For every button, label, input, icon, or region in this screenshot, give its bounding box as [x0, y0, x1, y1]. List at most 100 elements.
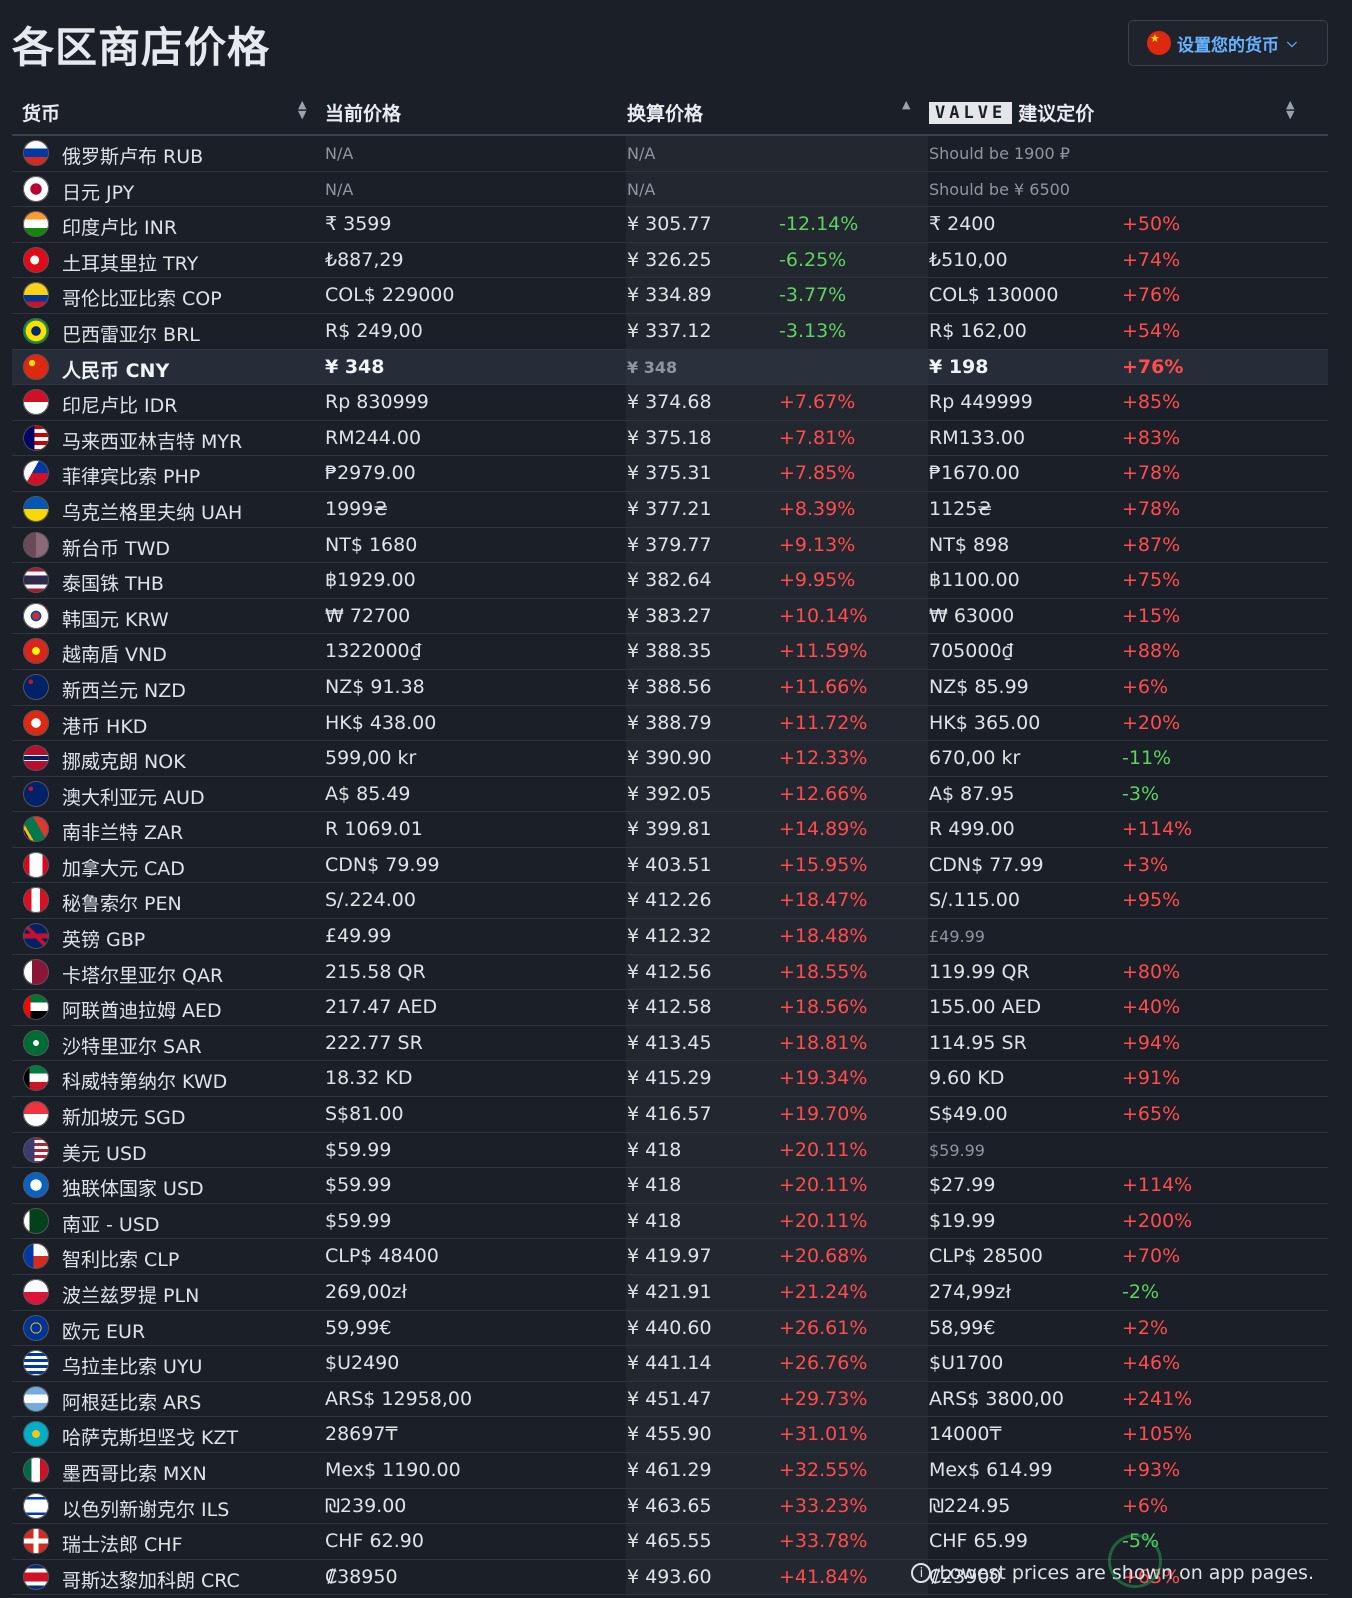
- currency-name: 阿根廷比索 ARS: [62, 1391, 202, 1414]
- currency-name: 以色列新谢克尔 ILS: [62, 1498, 230, 1521]
- watermark-circle-icon: [1108, 1534, 1162, 1588]
- flag-sg-icon: [23, 1101, 49, 1128]
- header-suggested-price-label: 建议定价: [1018, 103, 1095, 125]
- suggested-price: 670,00 kr: [929, 747, 1021, 770]
- currency-name: 印度卢比 INR: [62, 217, 178, 240]
- currency-name: 智利比索 CLP: [62, 1249, 180, 1272]
- converted-price: ¥ 390.90: [627, 747, 712, 770]
- current-price: A$ 85.49: [325, 782, 411, 805]
- suggested-diff: +114%: [1122, 818, 1193, 841]
- flag-za-icon: [23, 816, 49, 843]
- sort-both-icon[interactable]: ▲ ▼: [298, 99, 306, 120]
- table-row: 乌拉圭比索 UYU $U2490 ¥ 441.14 +26.76% $U1700 +46%: [12, 1346, 1328, 1382]
- current-price: 269,00zł: [325, 1281, 407, 1303]
- table-row: 南亚 - USD $59.99 ¥ 418 +20.11% $19.99 +200%: [12, 1203, 1328, 1240]
- current-price: 215.58 QR: [325, 960, 426, 983]
- flag-us-icon: [23, 1136, 49, 1163]
- converted-diff: +10.14%: [779, 604, 868, 627]
- flag-ua-icon: [23, 495, 49, 522]
- header-currency-label: 货币: [22, 103, 61, 125]
- suggested-diff: +88%: [1122, 640, 1181, 663]
- converted-diff: +12.33%: [779, 747, 868, 770]
- currency-name: 乌克兰格里夫纳 UAH: [62, 501, 243, 524]
- converted-diff: +11.66%: [779, 675, 868, 698]
- converted-diff: +18.56%: [779, 996, 868, 1019]
- currency-name: 巴西雷亚尔 BRL: [62, 323, 200, 346]
- converted-diff: +20.11%: [779, 1209, 868, 1232]
- table-row: 马来西亚林吉特 MYR RM244.00 ¥ 375.18 +7.81% RM133.0…: [12, 420, 1328, 457]
- flag-cl-icon: [23, 1243, 49, 1270]
- flag-vn-icon: [23, 638, 49, 665]
- suggested-price: ARS$ 3800,00: [929, 1387, 1064, 1410]
- suggested-diff: +78%: [1122, 497, 1181, 520]
- current-price: £49.99: [325, 925, 392, 948]
- table-row: 以色列新谢克尔 ILS ₪239.00 ¥ 463.65 +33.23% ₪224.95…: [12, 1488, 1328, 1525]
- set-currency-button[interactable]: 设置您的货币 ⌵: [1128, 20, 1328, 66]
- suggested-diff: +46%: [1122, 1352, 1181, 1375]
- converted-price: ¥ 326.25: [627, 248, 712, 271]
- header-current-price-label: 当前价格: [325, 103, 402, 125]
- converted-price: ¥ 348: [627, 357, 678, 377]
- flag-il-icon: [23, 1492, 49, 1519]
- sort-both-icon[interactable]: ▲ ▼: [1286, 99, 1294, 120]
- converted-diff: +41.84%: [779, 1565, 868, 1588]
- suggested-diff: +54%: [1122, 319, 1181, 342]
- converted-price: ¥ 388.56: [627, 675, 712, 698]
- currency-name: 哥斯达黎加科朗 CRC: [62, 1569, 240, 1592]
- currency-name: 秘鲁索尔 PEN: [62, 893, 182, 916]
- currency-name: 日元 JPY: [62, 181, 135, 204]
- suggested-diff: +78%: [1122, 462, 1181, 485]
- flag-in-icon: [23, 211, 49, 238]
- converted-diff: +19.70%: [779, 1103, 868, 1126]
- converted-diff: -3.77%: [779, 284, 847, 307]
- suggested-price: £49.99: [929, 927, 985, 947]
- flag-au-icon: [23, 780, 49, 807]
- current-price: S/.224.00: [325, 889, 416, 912]
- converted-price: ¥ 388.35: [627, 640, 712, 663]
- currency-name: 墨西哥比索 MXN: [62, 1462, 207, 1485]
- table-row: 哥伦比亚比索 COP COL$ 229000 ¥ 334.89 -3.77% COL$ …: [12, 278, 1328, 314]
- table-row: 人民币 CNY ¥ 348 ¥ 348 ¥ 198 +76%: [12, 349, 1328, 386]
- page-title: 各区商店价格: [12, 23, 271, 72]
- flag-ch-icon: [23, 1528, 49, 1555]
- table-row: 南非兰特 ZAR R 1069.01 ¥ 399.81 +14.89% R 499.00…: [12, 812, 1328, 848]
- converted-diff: -6.25%: [779, 248, 847, 271]
- header-currency[interactable]: 货币: [22, 99, 60, 126]
- header-converted-price[interactable]: 换算价格: [627, 99, 703, 126]
- header-suggested-price[interactable]: VALVE 建议定价: [929, 99, 1094, 126]
- converted-price: ¥ 421.91: [627, 1281, 712, 1303]
- sort-asc-icon[interactable]: ▲: [902, 99, 910, 110]
- currency-name: 韩国元 KRW: [62, 608, 169, 631]
- converted-price: ¥ 493.60: [627, 1565, 712, 1588]
- suggested-diff: +74%: [1122, 248, 1181, 271]
- converted-price: ¥ 463.65: [627, 1494, 712, 1517]
- flag-ae-icon: [23, 994, 49, 1021]
- suggested-price: ¥ 198: [929, 355, 989, 378]
- suggested-diff: +15%: [1122, 604, 1181, 627]
- converted-diff: +21.24%: [779, 1281, 868, 1303]
- currency-name: 南亚 - USD: [62, 1213, 160, 1236]
- currency-name: 欧元 EUR: [62, 1320, 146, 1343]
- suggested-price: Mex$ 614.99: [929, 1458, 1053, 1481]
- suggested-price: CHF 65.99: [929, 1530, 1028, 1553]
- table-row: 泰国铢 THB ฿1929.00 ¥ 382.64 +9.95% ฿1100.00 +75…: [12, 563, 1328, 599]
- suggested-diff: -2%: [1122, 1281, 1159, 1303]
- table-row: 巴西雷亚尔 BRL R$ 249,00 ¥ 337.12 -3.13% R$ 162,0…: [12, 313, 1328, 350]
- table-row: 俄罗斯卢布 RUB N/A N/A Should be 1900 ₽: [12, 136, 1328, 172]
- suggested-price: CDN$ 77.99: [929, 853, 1044, 876]
- current-price: $59.99: [325, 1209, 392, 1232]
- current-price: N/A: [325, 179, 354, 199]
- suggested-diff: +95%: [1122, 889, 1181, 912]
- current-price: 222.77 SR: [325, 1031, 423, 1054]
- table-row: 独联体国家 USD $59.99 ¥ 418 +20.11% $27.99 +114%: [12, 1168, 1328, 1204]
- suggested-price: ₪224.95: [929, 1494, 1011, 1517]
- current-price: R 1069.01: [325, 818, 423, 841]
- current-price: ARS$ 12958,00: [325, 1387, 473, 1410]
- suggested-diff: +6%: [1122, 1494, 1169, 1517]
- table-row: 菲律宾比索 PHP ₱2979.00 ¥ 375.31 +7.85% ₱1670.00 +…: [12, 456, 1328, 492]
- current-price: $U2490: [325, 1352, 400, 1375]
- suggested-price: Should be 1900 ₽: [929, 144, 1070, 163]
- converted-price: ¥ 388.79: [627, 711, 712, 734]
- suggested-price: ₱1670.00: [929, 462, 1020, 485]
- flag-uy-icon: [23, 1350, 49, 1377]
